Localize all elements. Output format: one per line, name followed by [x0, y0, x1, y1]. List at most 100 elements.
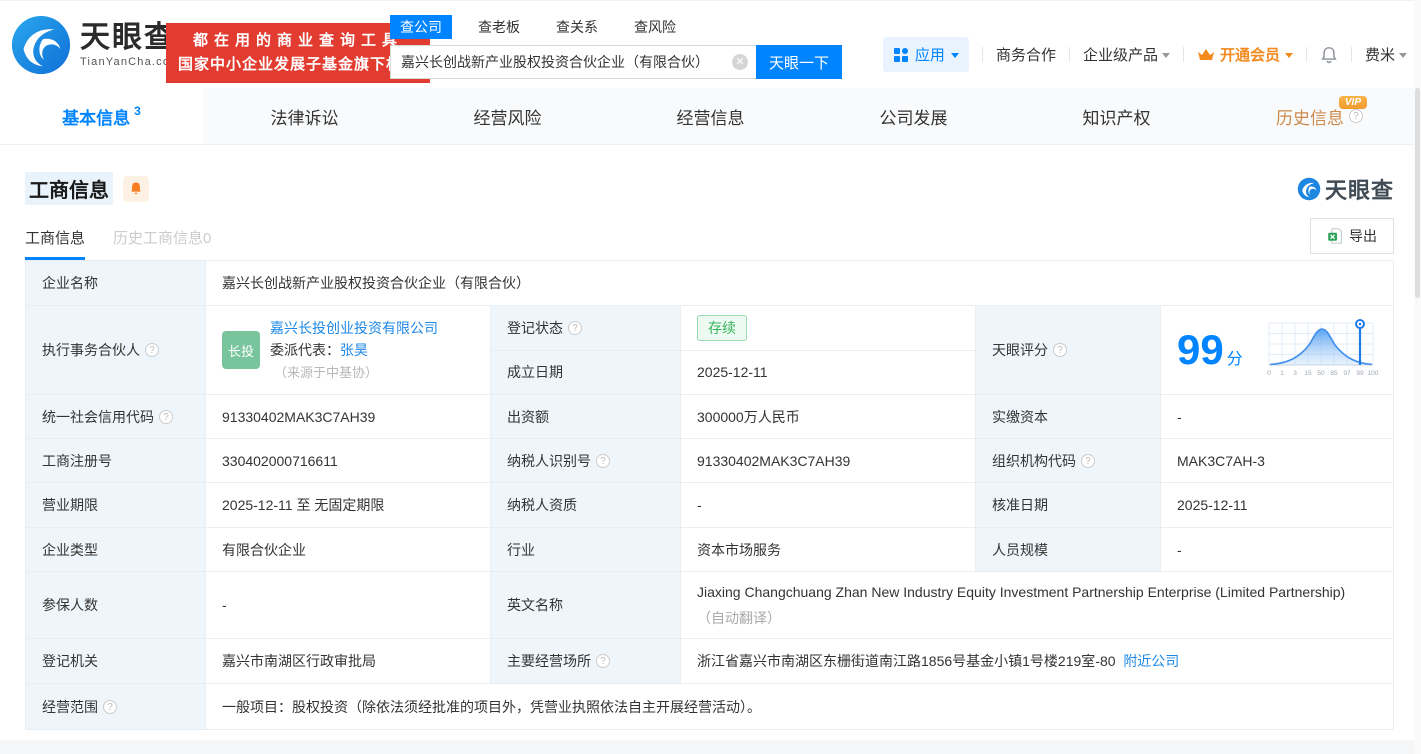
help-icon[interactable]: ? [1349, 109, 1363, 123]
section-title: 工商信息 [25, 172, 113, 205]
table-row: 登记机关 嘉兴市南湖区行政审批局 主要经营场所? 浙江省嘉兴市南湖区东栅街道南江… [26, 639, 1393, 684]
search-input[interactable] [390, 45, 756, 79]
help-icon[interactable]: ? [596, 453, 610, 468]
tab-label: 经营风险 [473, 108, 542, 128]
nav-enterprise-products[interactable]: 企业级产品 [1083, 44, 1170, 65]
field-label: 组织机构代码? [976, 439, 1161, 482]
help-icon[interactable]: ? [145, 343, 159, 357]
subtab-business-info[interactable]: 工商信息 [25, 227, 86, 260]
search-tab-relation[interactable]: 查关系 [546, 15, 608, 39]
subtab-history-business-info[interactable]: 历史工商信息0 [113, 227, 211, 260]
tianyancha-watermark: 天眼查 [1297, 173, 1394, 205]
business-info-table: 企业名称 嘉兴长创战新产业股权投资合伙企业（有限合伙） 执行事务合伙人? 长投 … [25, 260, 1394, 730]
field-label: 企业类型 [26, 528, 206, 571]
chevron-down-icon [1399, 53, 1407, 58]
help-icon[interactable]: ? [1053, 343, 1067, 357]
field-label: 纳税人识别号? [491, 439, 681, 482]
nearby-companies-link[interactable]: 附近公司 [1123, 651, 1179, 671]
registration-status-cell: 存续 [681, 306, 976, 350]
notification-bell[interactable] [1320, 46, 1338, 64]
org-code-value: MAK3C7AH-3 [1177, 452, 1265, 469]
subtab-count: 0 [203, 230, 212, 247]
svg-text:0: 0 [1267, 370, 1271, 377]
scrollbar-thumb[interactable] [1415, 88, 1420, 298]
tab-intellectual-property[interactable]: 知识产权 [1015, 88, 1218, 144]
tab-label: 知识产权 [1082, 108, 1151, 128]
top-nav: 应用 商务合作 企业级产品 开通会员 费米 [882, 37, 1407, 72]
tab-basic-info[interactable]: 基本信息 3 [0, 88, 203, 144]
partner-avatar[interactable]: 长投 [222, 331, 260, 369]
field-label: 天眼评分? [976, 306, 1161, 394]
user-menu[interactable]: 费米 [1365, 44, 1407, 65]
svg-text:50: 50 [1317, 370, 1325, 377]
taxpayer-quality-value: - [681, 483, 976, 527]
divider [1182, 47, 1184, 62]
company-section-tabs: 基本信息 3 法律诉讼 经营风险 经营信息 公司发展 知识产权 VIP 历史信息… [0, 88, 1421, 145]
table-row: 工商注册号 330402000716611 纳税人识别号? 91330402MA… [26, 439, 1393, 483]
tab-label: 经营信息 [676, 108, 745, 128]
status-badge: 存续 [697, 314, 747, 341]
apps-label: 应用 [914, 47, 945, 64]
nav-open-vip[interactable]: 开通会员 [1197, 44, 1293, 65]
page-bottom-strip [0, 740, 1421, 754]
tab-legal-proceedings[interactable]: 法律诉讼 [203, 88, 406, 144]
table-row: 统一社会信用代码? 91330402MAK3C7AH39 出资额 300000万… [26, 395, 1393, 439]
field-label: 出资额 [491, 395, 681, 438]
credit-code-value: 91330402MAK3C7AH39 [206, 395, 491, 438]
capital-value: 300000万人民币 [681, 395, 976, 438]
field-label: 登记状态? [491, 306, 681, 350]
help-icon[interactable]: ? [159, 409, 173, 424]
staff-size-value: - [1177, 541, 1182, 558]
chevron-down-icon [1161, 53, 1170, 58]
rep-source: （来源于中基协） [274, 364, 379, 380]
field-label: 纳税人资质 [491, 483, 681, 527]
tab-count: 3 [134, 104, 141, 118]
field-label: 实缴资本 [976, 395, 1161, 438]
search-tab-risk[interactable]: 查风险 [624, 15, 686, 39]
apps-menu[interactable]: 应用 [882, 37, 969, 72]
help-icon[interactable]: ? [568, 320, 582, 335]
help-icon[interactable]: ? [1081, 453, 1095, 468]
tab-history-info[interactable]: VIP 历史信息 ? [1218, 88, 1421, 144]
search-button[interactable]: 天眼一下 [756, 45, 842, 79]
business-place-cell: 浙江省嘉兴市南湖区东栅街道南江路1856号基金小镇1号楼219室-80 附近公司 [681, 639, 1393, 683]
help-icon[interactable]: ? [103, 699, 117, 714]
search-tab-boss[interactable]: 查老板 [468, 15, 530, 39]
clear-icon[interactable]: ✕ [732, 54, 748, 70]
subscribe-bell-button[interactable] [123, 175, 149, 202]
table-row: 执行事务合伙人? 长投 嘉兴长投创业投资有限公司 委派代表：张昊 （来源于中基协）… [26, 306, 1393, 395]
export-button[interactable]: 导出 [1310, 218, 1394, 254]
establish-date-value: 2025-12-11 [697, 364, 768, 381]
field-label: 工商注册号 [26, 439, 206, 482]
divider [1350, 47, 1352, 62]
tab-operation-info[interactable]: 经营信息 [609, 88, 812, 144]
chevron-down-icon [1284, 53, 1293, 58]
field-label: 登记机关 [26, 639, 206, 683]
table-row: 参保人数 - 英文名称 Jiaxing Changchuang Zhan New… [26, 572, 1393, 639]
subtab-label: 历史工商信息 [113, 230, 204, 247]
nav-business-cooperation[interactable]: 商务合作 [996, 44, 1056, 65]
score-unit: 分 [1226, 351, 1243, 368]
export-label: 导出 [1349, 228, 1377, 244]
field-label: 核准日期 [976, 483, 1161, 527]
bell-icon [131, 182, 141, 195]
svg-text:99: 99 [1356, 370, 1364, 377]
vip-badge: VIP [1338, 96, 1367, 109]
approval-date-value: 2025-12-11 [1177, 497, 1248, 513]
partner-company-link[interactable]: 嘉兴长投创业投资有限公司 [270, 320, 438, 336]
tab-label: 公司发展 [879, 108, 948, 128]
help-icon[interactable]: ? [596, 654, 610, 668]
reg-authority-value: 嘉兴市南湖区行政审批局 [206, 639, 491, 683]
insured-count-value: - [206, 572, 491, 638]
search-tab-company[interactable]: 查公司 [390, 15, 452, 39]
tab-operation-risk[interactable]: 经营风险 [406, 88, 609, 144]
site-header: 天眼查 TianYanCha.com 都在用的商业查询工具 国家中小企业发展子基… [0, 0, 1421, 88]
svg-text:100: 100 [1368, 370, 1379, 377]
field-label: 企业名称 [26, 261, 206, 305]
tab-label: 基本信息 [62, 108, 131, 128]
executive-partner-cell: 长投 嘉兴长投创业投资有限公司 委派代表：张昊 （来源于中基协） [206, 306, 491, 394]
site-logo[interactable]: 天眼查 TianYanCha.com [10, 14, 181, 76]
taxpayer-id-value: 91330402MAK3C7AH39 [681, 439, 976, 482]
tab-company-development[interactable]: 公司发展 [812, 88, 1015, 144]
partner-rep-link[interactable]: 张昊 [340, 342, 368, 358]
